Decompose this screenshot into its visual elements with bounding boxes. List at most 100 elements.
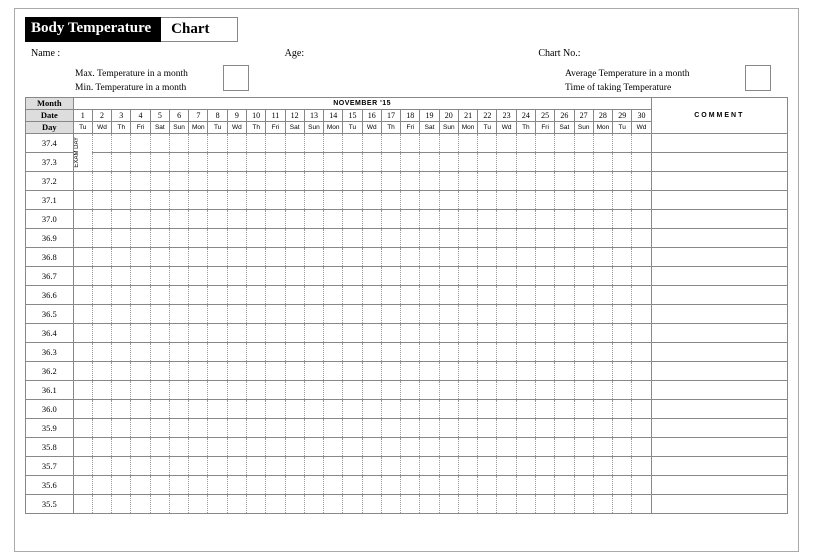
comment-cell [651, 362, 787, 381]
grid-cell [613, 286, 632, 305]
grid-cell [516, 210, 535, 229]
grid-cell [208, 495, 227, 514]
grid-cell [169, 229, 188, 248]
grid-cell [574, 495, 593, 514]
grid-cell [574, 267, 593, 286]
grid-cell [439, 419, 458, 438]
grid-cell [420, 343, 439, 362]
temp-row: 36.6 [26, 286, 788, 305]
date-cell: 3 [112, 110, 131, 122]
grid-cell [304, 457, 323, 476]
grid-cell [227, 457, 246, 476]
grid-cell [536, 381, 555, 400]
grid-cell [497, 438, 516, 457]
grid-cell [478, 305, 497, 324]
date-cell: 30 [632, 110, 651, 122]
grid-cell [516, 381, 535, 400]
date-label: Date [26, 110, 74, 122]
grid-cell [92, 248, 111, 267]
grid-cell [285, 476, 304, 495]
grid-cell [227, 419, 246, 438]
grid-cell [478, 362, 497, 381]
grid-cell [381, 134, 400, 153]
grid-cell [497, 476, 516, 495]
grid-cell [304, 381, 323, 400]
grid-cell [439, 381, 458, 400]
grid-cell [613, 305, 632, 324]
grid-cell [439, 476, 458, 495]
grid-cell [266, 305, 285, 324]
grid-cell [343, 191, 362, 210]
grid-cell [285, 172, 304, 191]
grid-cell [324, 495, 343, 514]
grid-cell [362, 210, 381, 229]
stats-box-left [223, 65, 249, 91]
comment-cell [651, 324, 787, 343]
grid-cell [555, 400, 574, 419]
grid-cell [285, 267, 304, 286]
grid-cell [266, 381, 285, 400]
grid-cell [536, 438, 555, 457]
day-cell: Sun [574, 122, 593, 134]
date-cell: 15 [343, 110, 362, 122]
grid-cell [613, 400, 632, 419]
grid-cell [574, 229, 593, 248]
date-cell: 5 [150, 110, 169, 122]
comment-cell [651, 210, 787, 229]
grid-cell [112, 267, 131, 286]
grid-cell [536, 324, 555, 343]
temp-value: 36.6 [26, 286, 74, 305]
day-cell: Th [247, 122, 266, 134]
temp-value: 35.8 [26, 438, 74, 457]
grid-cell [324, 362, 343, 381]
grid-cell [420, 286, 439, 305]
grid-cell [420, 400, 439, 419]
grid-cell [73, 210, 92, 229]
grid-cell [73, 362, 92, 381]
grid-cell [381, 381, 400, 400]
grid-cell [478, 495, 497, 514]
grid-cell [632, 134, 651, 153]
date-cell: 2 [92, 110, 111, 122]
grid-cell [632, 172, 651, 191]
grid-cell [131, 286, 150, 305]
day-cell: Wd [227, 122, 246, 134]
grid-cell [401, 400, 420, 419]
grid-cell [420, 324, 439, 343]
grid-cell [574, 191, 593, 210]
grid-cell [169, 400, 188, 419]
grid-cell [381, 419, 400, 438]
grid-cell [381, 286, 400, 305]
grid-cell [266, 229, 285, 248]
grid-cell [304, 172, 323, 191]
day-cell: Tu [343, 122, 362, 134]
grid-cell [497, 419, 516, 438]
grid-cell [150, 191, 169, 210]
grid-cell [362, 343, 381, 362]
grid-cell [516, 400, 535, 419]
grid-cell [362, 153, 381, 172]
grid-cell [169, 134, 188, 153]
grid-cell [362, 248, 381, 267]
grid-cell [266, 324, 285, 343]
grid-cell [593, 191, 612, 210]
grid-cell [420, 191, 439, 210]
grid-cell [555, 419, 574, 438]
grid-cell [169, 248, 188, 267]
comment-cell [651, 248, 787, 267]
grid-cell [324, 191, 343, 210]
grid-cell [285, 495, 304, 514]
comment-header: COMMENT [651, 98, 787, 134]
grid-cell [285, 191, 304, 210]
grid-cell [439, 457, 458, 476]
date-cell: 23 [497, 110, 516, 122]
grid-cell [420, 153, 439, 172]
grid-cell [478, 229, 497, 248]
grid-cell [324, 134, 343, 153]
grid-cell [131, 457, 150, 476]
grid-cell [458, 210, 477, 229]
grid-cell [150, 134, 169, 153]
grid-cell [401, 419, 420, 438]
grid-cell [478, 438, 497, 457]
grid-cell [112, 153, 131, 172]
